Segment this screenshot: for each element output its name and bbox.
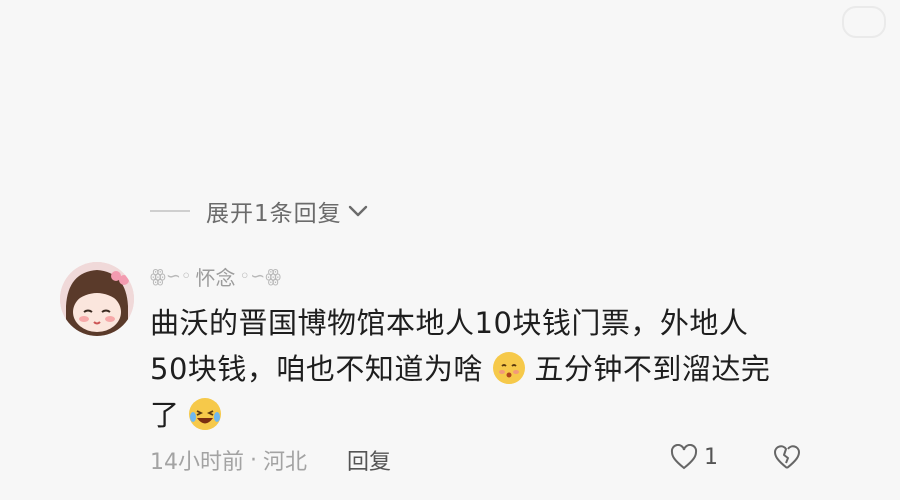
- meta-separator: ·: [250, 447, 257, 473]
- broken-heart-icon: [774, 445, 801, 469]
- watermark-icon: [842, 6, 886, 38]
- comment-line-1: 曲沃的晋国博物馆本地人10块钱门票，外地人: [150, 306, 749, 340]
- kiss-face-emoji: [492, 352, 525, 384]
- heart-outline-icon: [670, 444, 698, 470]
- comment-meta: 14小时前 · 河北 回复: [150, 444, 391, 476]
- username: 怀念: [195, 266, 236, 290]
- comment-location: 河北: [263, 450, 308, 475]
- expand-replies-button[interactable]: 展开1条回复: [150, 194, 368, 228]
- avatar[interactable]: [60, 262, 134, 336]
- chevron-down-icon: [348, 205, 367, 217]
- reply-button[interactable]: 回复: [347, 444, 391, 476]
- comment-line-2b: 五分钟不到溜达完: [534, 352, 771, 386]
- avatar-illustration: [60, 262, 134, 336]
- like-count: 1: [704, 444, 718, 470]
- laughing-tears-emoji: [189, 398, 222, 430]
- like-button[interactable]: 1: [670, 444, 718, 470]
- decoration-right-icon: ◦∽ꙮ: [239, 266, 282, 287]
- comment-line-3-text: 了: [150, 398, 180, 432]
- dislike-button[interactable]: [772, 444, 802, 474]
- expand-replies-label: 展开1条回复: [206, 201, 342, 227]
- comment-line-2a: 50块钱，咱也不知道为啥: [150, 352, 483, 386]
- comment-line-2: 50块钱，咱也不知道为啥 五分钟不到溜达完: [150, 346, 810, 392]
- comment-line-3: 了: [150, 392, 810, 438]
- comment-text: 曲沃的晋国博物馆本地人10块钱门票，外地人 50块钱，咱也不知道为啥 五分钟不到…: [150, 300, 810, 438]
- comment-time: 14小时前: [150, 450, 244, 475]
- decoration-left-icon: ꙮ∽◦: [150, 266, 192, 287]
- divider-line: [150, 210, 190, 212]
- username-row[interactable]: ꙮ∽◦ 怀念 ◦∽ꙮ: [150, 262, 281, 291]
